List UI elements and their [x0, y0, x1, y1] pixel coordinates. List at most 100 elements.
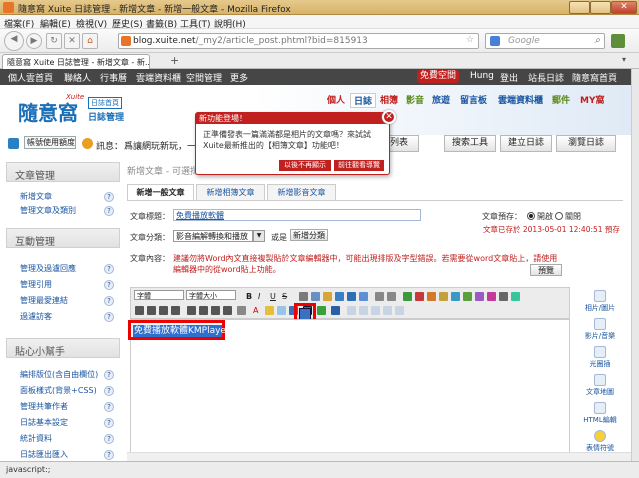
sidebar-item-new-article[interactable]: 新增文章? — [6, 190, 120, 204]
undo-icon[interactable] — [375, 292, 384, 301]
underline-icon[interactable]: U — [270, 292, 279, 301]
tab-my[interactable]: MY窩 — [580, 93, 604, 106]
blockquote-icon[interactable] — [237, 306, 246, 315]
sidebar-item-coauthors[interactable]: 管理共筆作者? — [6, 400, 120, 416]
indent-icon[interactable] — [223, 306, 232, 315]
strike-icon[interactable]: S — [282, 292, 291, 301]
sidebar-item-favorites[interactable]: 管理最愛連結? — [6, 294, 120, 310]
replace-icon[interactable] — [359, 292, 368, 301]
paste-word-icon[interactable] — [335, 292, 344, 301]
pagebreak-icon[interactable] — [511, 292, 520, 301]
sidebar-item-comments[interactable]: 管理及過瀘回應? — [6, 262, 120, 278]
template-icon[interactable] — [331, 306, 340, 315]
sidebar-item-trackbacks[interactable]: 管理引用? — [6, 278, 120, 294]
help-icon[interactable]: ? — [104, 370, 114, 380]
insert-video-button[interactable]: 影片/音樂 — [579, 318, 621, 341]
url-bar[interactable]: blog.xuite.net/_my2/article_post.phtml?b… — [118, 33, 479, 49]
div-icon[interactable] — [347, 306, 356, 315]
account-quota-select[interactable]: 帳號使用額度 — [24, 136, 76, 149]
copy-icon[interactable] — [311, 292, 320, 301]
tab-new-article[interactable]: 新增一般文章 — [127, 184, 194, 201]
help-icon[interactable]: ? — [104, 280, 114, 290]
new-category-button[interactable]: 新增分類 — [290, 229, 328, 241]
paste-text-icon[interactable] — [323, 292, 332, 301]
tab-cloud[interactable]: 雲端資料櫃 — [498, 93, 543, 106]
special-char-icon[interactable] — [499, 292, 508, 301]
table-icon[interactable] — [463, 292, 472, 301]
italic-icon[interactable]: I — [258, 292, 267, 301]
nav-site-blog[interactable]: 站長日誌 — [528, 71, 564, 84]
tab-new-album-article[interactable]: 新增相簿文章 — [196, 184, 265, 201]
preview-button[interactable]: 預覽 — [530, 264, 562, 276]
blog-home-badge[interactable]: 日誌首頁 — [88, 97, 122, 109]
tab-personal[interactable]: 個人 — [327, 93, 345, 106]
redo-icon[interactable] — [387, 292, 396, 301]
image-icon[interactable] — [439, 292, 448, 301]
minimize-button[interactable] — [569, 1, 590, 14]
tab-guestbook[interactable]: 留言板 — [460, 93, 487, 106]
html-edit-button[interactable]: HTML編輯 — [579, 402, 621, 425]
category-select[interactable]: 影音編解轉換和播放 — [173, 230, 253, 242]
nav-contacts[interactable]: 聯絡人 — [64, 71, 91, 84]
popup-try-button[interactable]: 前往觀看導覽 — [334, 160, 384, 171]
reload-icon[interactable]: ↻ — [46, 33, 62, 49]
tab-list-icon[interactable]: ▾ — [622, 55, 626, 64]
nav-space[interactable]: 空間管理 — [186, 71, 222, 84]
title-input[interactable]: 免費播放軟體 — [173, 209, 421, 221]
addon-icon[interactable] — [611, 34, 625, 48]
help-icon[interactable]: ? — [104, 418, 114, 428]
paste-icon[interactable] — [299, 292, 308, 301]
radio-off[interactable] — [555, 212, 563, 220]
help-icon[interactable]: ? — [104, 296, 114, 306]
tab-album[interactable]: 相簿 — [380, 93, 398, 106]
emoticon-button[interactable]: 表情符號 — [579, 430, 621, 453]
help-icon[interactable]: ? — [104, 402, 114, 412]
free-space-badge[interactable]: 免費空間 — [417, 70, 459, 83]
insert-aperture-button[interactable]: 光圈插 — [579, 346, 621, 369]
nav-calendar[interactable]: 行事曆 — [100, 71, 127, 84]
xuite-logo[interactable]: 隨意窩 — [18, 97, 78, 126]
radio-on[interactable] — [527, 212, 535, 220]
horizontal-scrollbar[interactable] — [127, 452, 631, 461]
link-icon[interactable] — [403, 292, 412, 301]
maximize-button[interactable] — [590, 1, 611, 14]
flash-icon[interactable] — [451, 292, 460, 301]
find-icon[interactable] — [347, 292, 356, 301]
insert-photo-button[interactable]: 相片/圖片 — [579, 290, 621, 313]
unordered-list-icon[interactable] — [199, 306, 208, 315]
help-icon[interactable]: ? — [104, 264, 114, 274]
search-box[interactable]: Google ⌕ — [485, 33, 605, 49]
sidebar-item-layout[interactable]: 編排版位(含自由欄位)? — [6, 368, 120, 384]
article-map-button[interactable]: 文章地圖 — [579, 374, 621, 397]
align-justify-icon[interactable] — [171, 306, 180, 315]
sidebar-item-stats[interactable]: 統計資料? — [6, 432, 120, 448]
tab-travel[interactable]: 旅遊 — [432, 93, 450, 106]
tab-new-video-article[interactable]: 新增影音文章 — [267, 184, 336, 201]
maximize-icon[interactable] — [383, 306, 392, 315]
nav-cloud-home[interactable]: 個人雲首頁 — [8, 71, 53, 84]
text-color-icon[interactable]: A — [253, 306, 262, 315]
help-icon[interactable]: ? — [104, 450, 114, 460]
bookmark-star-icon[interactable]: ☆ — [466, 35, 474, 45]
font-size-select[interactable]: 字體大小 — [186, 290, 236, 300]
about-icon[interactable] — [395, 306, 404, 315]
nav-xuite-home[interactable]: 隨意窩首頁 — [572, 71, 617, 84]
unlink-icon[interactable] — [415, 292, 424, 301]
content-editor[interactable] — [130, 319, 570, 459]
help-icon[interactable]: ? — [104, 434, 114, 444]
outdent-icon[interactable] — [211, 306, 220, 315]
show-blocks-icon[interactable] — [371, 306, 380, 315]
stop-icon[interactable]: ✕ — [64, 33, 80, 49]
browser-tab-active[interactable]: 隨意窩 Xuite 日誌管理 - 新增文章 - 新... — [2, 54, 150, 69]
nav-cloud-storage[interactable]: 雲端資料櫃 — [136, 71, 181, 84]
iframe-icon[interactable] — [359, 306, 368, 315]
sidebar-item-manage-articles[interactable]: 管理文章及類別? — [6, 204, 120, 218]
bold-icon[interactable]: B — [246, 292, 255, 301]
align-right-icon[interactable] — [159, 306, 168, 315]
ordered-list-icon[interactable] — [187, 306, 196, 315]
hr-icon[interactable] — [475, 292, 484, 301]
anchor-icon[interactable] — [427, 292, 436, 301]
tab-mail[interactable]: 郵件 — [552, 93, 570, 106]
help-icon[interactable]: ? — [104, 206, 114, 216]
home-icon[interactable]: ⌂ — [82, 33, 98, 49]
